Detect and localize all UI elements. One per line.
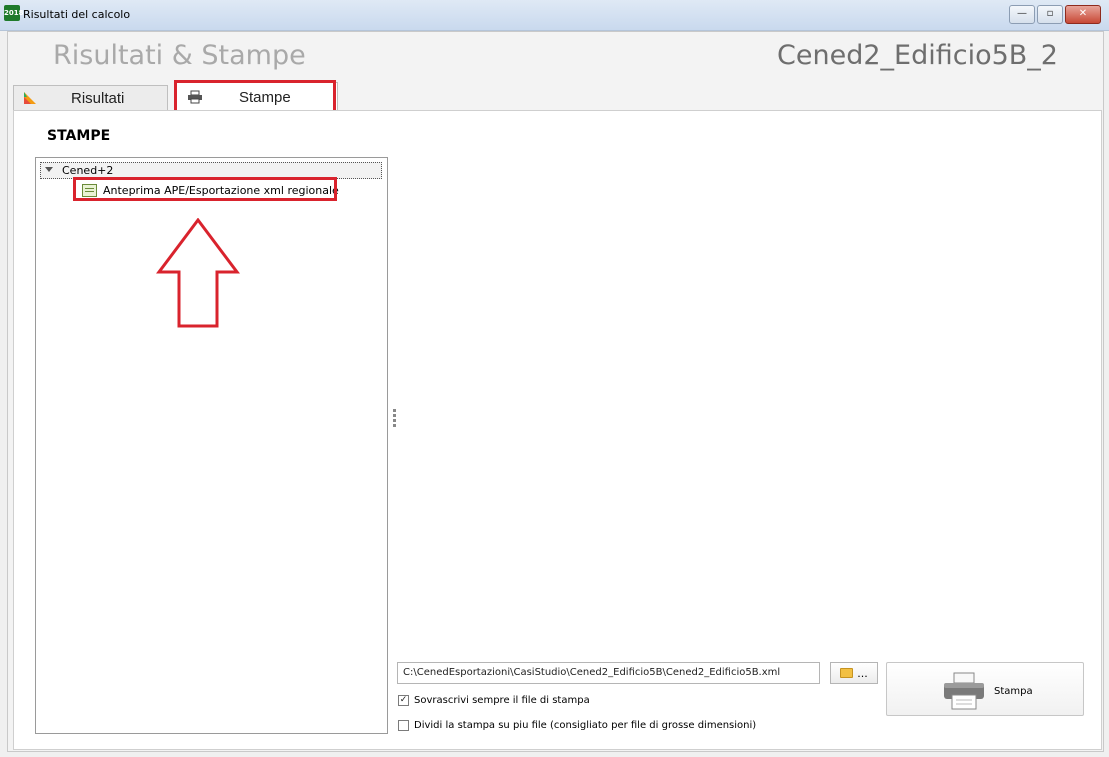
window-client: Risultati & Stampe Cened2_Edificio5B_2 R… <box>7 31 1104 752</box>
chart-icon <box>24 92 36 104</box>
overwrite-checkbox[interactable]: ✓ <box>398 695 409 706</box>
overwrite-option[interactable]: ✓ Sovrascrivi sempre il file di stampa <box>398 695 590 706</box>
printer-icon <box>944 672 984 710</box>
app-icon: 2018 <box>4 5 23 21</box>
split-checkbox[interactable] <box>398 720 409 731</box>
print-tree[interactable]: Cened+2 Anteprima APE/Esportazione xml r… <box>35 157 388 734</box>
tab-risultati[interactable]: Risultati <box>13 85 168 110</box>
section-title: STAMPE <box>47 128 111 144</box>
window-controls: — ▫ ✕ <box>1009 5 1101 24</box>
stampe-panel: STAMPE Cened+2 Anteprima APE/Esportazion… <box>13 110 1102 750</box>
splitter-handle[interactable] <box>393 409 396 429</box>
project-name: Cened2_Edificio5B_2 <box>777 40 1058 71</box>
split-label: Dividi la stampa su piu file (consigliat… <box>414 720 757 731</box>
minimize-button[interactable]: — <box>1009 5 1035 24</box>
stampa-button[interactable]: Stampa <box>886 662 1084 716</box>
tree-root-label: Cened+2 <box>62 164 114 177</box>
maximize-button[interactable]: ▫ <box>1037 5 1063 24</box>
browse-label: ... <box>857 666 868 680</box>
overwrite-label: Sovrascrivi sempre il file di stampa <box>414 695 590 706</box>
arrow-up-icon <box>156 218 240 328</box>
page-title: Risultati & Stampe <box>53 40 306 71</box>
close-button[interactable]: ✕ <box>1065 5 1101 24</box>
highlight-box <box>73 177 337 201</box>
window-title: Risultati del calcolo <box>23 8 131 21</box>
window-titlebar: 2018 Risultati del calcolo — ▫ ✕ <box>0 0 1109 31</box>
split-option[interactable]: Dividi la stampa su piu file (consigliat… <box>398 720 756 731</box>
output-path-input[interactable]: C:\CenedEsportazioni\CasiStudio\Cened2_E… <box>397 662 820 684</box>
browse-button[interactable]: ... <box>830 662 878 684</box>
stampa-label: Stampa <box>994 686 1033 697</box>
tab-label: Risultati <box>71 89 125 107</box>
folder-icon <box>840 668 854 678</box>
chevron-down-icon[interactable] <box>45 167 53 172</box>
